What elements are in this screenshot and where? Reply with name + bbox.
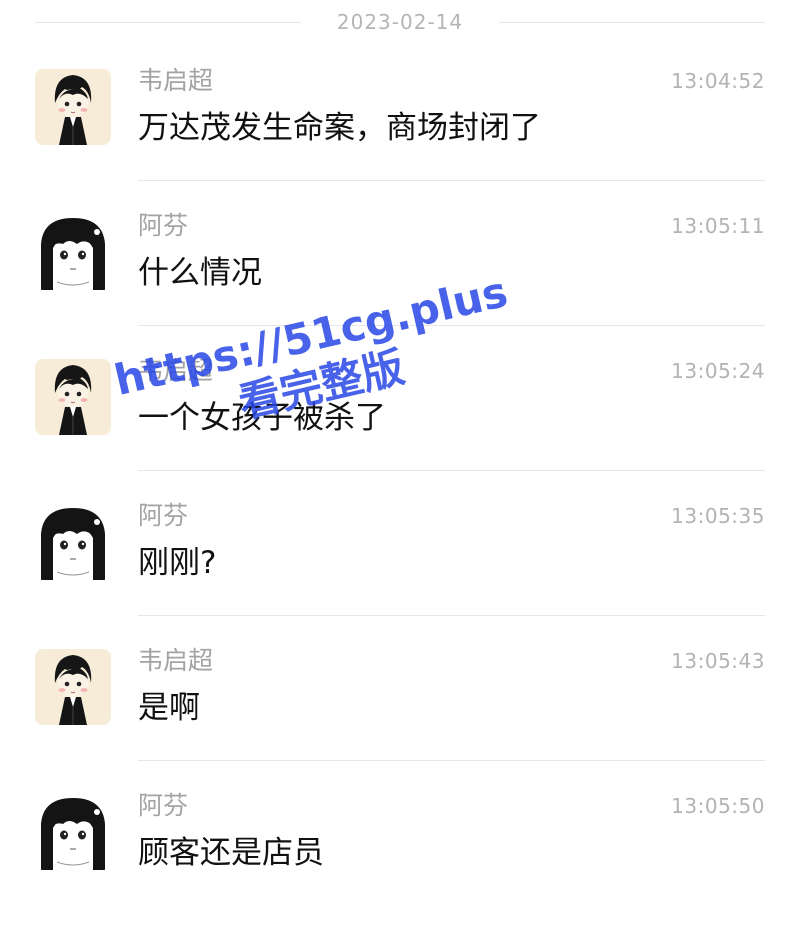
message-item[interactable]: 阿芬 13:05:50 顾客还是店员 (0, 791, 800, 936)
message-text: 一个女孩子被杀了 (138, 400, 386, 436)
message-time: 13:05:11 (671, 214, 765, 238)
sender-name: 阿芬 (138, 501, 189, 530)
sender-name: 韦启超 (138, 356, 214, 385)
message-time: 13:05:50 (671, 794, 765, 818)
message-text: 顾客还是店员 (138, 835, 324, 871)
girl-avatar-icon[interactable] (35, 504, 111, 580)
sender-name: 韦启超 (138, 646, 214, 675)
sender-name: 阿芬 (138, 791, 189, 820)
message-text: 刚刚? (138, 545, 217, 581)
message-time: 13:04:52 (671, 69, 765, 93)
message-item[interactable]: 韦启超 13:05:43 是啊 (0, 646, 800, 791)
message-divider (138, 180, 765, 181)
sender-name: 阿芬 (138, 211, 189, 240)
message-text: 什么情况 (138, 255, 262, 291)
boy-avatar-icon[interactable] (35, 69, 111, 145)
message-time: 13:05:43 (671, 649, 765, 673)
boy-avatar-icon[interactable] (35, 359, 111, 435)
message-item[interactable]: 韦启超 13:04:52 万达茂发生命案，商场封闭了 (0, 66, 800, 211)
message-text: 万达茂发生命案，商场封闭了 (138, 110, 541, 146)
sender-name: 韦启超 (138, 66, 214, 95)
girl-avatar-icon[interactable] (35, 214, 111, 290)
message-item[interactable]: 阿芬 13:05:11 什么情况 (0, 211, 800, 356)
message-divider (138, 615, 765, 616)
boy-avatar-icon[interactable] (35, 649, 111, 725)
message-divider (138, 325, 765, 326)
message-text: 是啊 (138, 690, 200, 726)
message-divider (138, 470, 765, 471)
message-item[interactable]: 韦启超 13:05:24 一个女孩子被杀了 (0, 356, 800, 501)
message-divider (138, 760, 765, 761)
date-divider-right (499, 22, 765, 23)
message-time: 13:05:24 (671, 359, 765, 383)
message-item[interactable]: 阿芬 13:05:35 刚刚? (0, 501, 800, 646)
date-header: 2023-02-14 (0, 0, 800, 46)
girl-avatar-icon[interactable] (35, 794, 111, 870)
message-time: 13:05:35 (671, 504, 765, 528)
